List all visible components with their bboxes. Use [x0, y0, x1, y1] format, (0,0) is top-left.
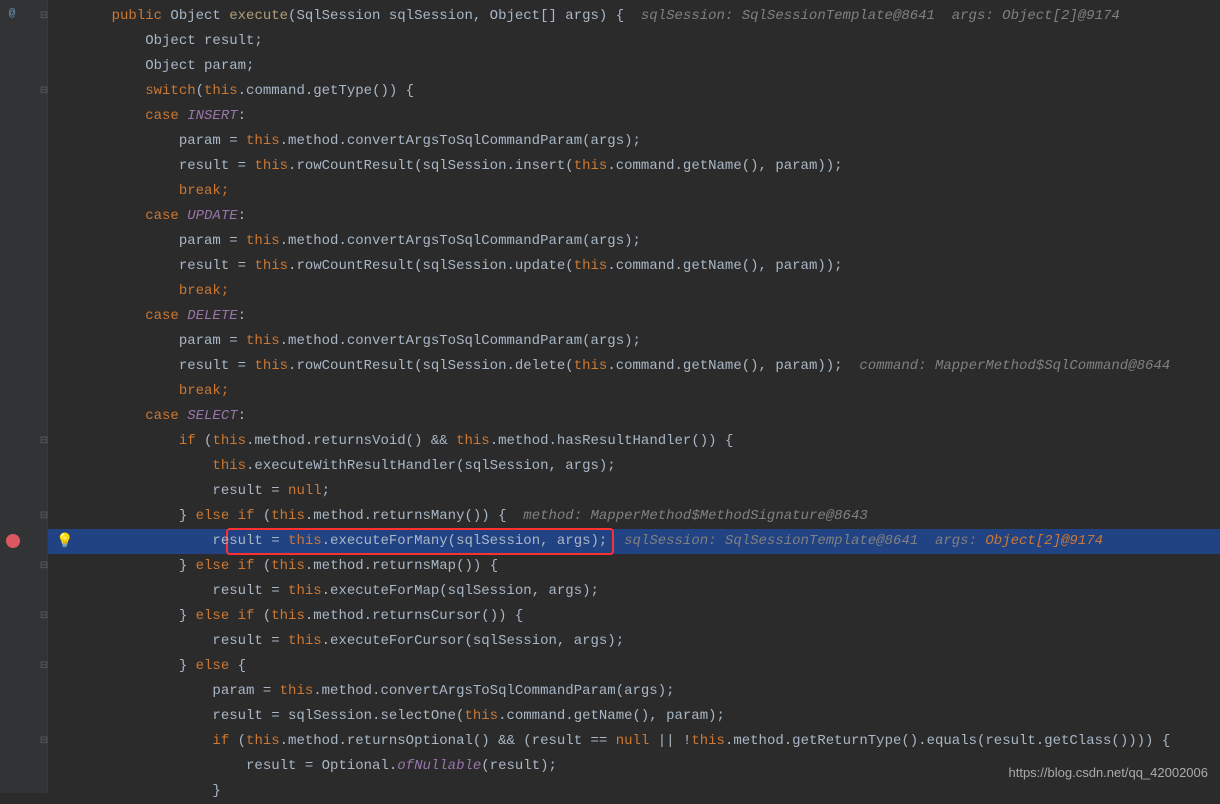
code-line: } else if (this.method.returnsMap()) {: [78, 554, 1220, 579]
code-line: if (this.method.returnsVoid() && this.me…: [78, 429, 1220, 454]
editor-gutter: @ ⊟ ⊟ ⊟ ⊟ ⊟ ⊟ ⊟ ⊟: [0, 0, 48, 793]
code-line: Object result;: [78, 29, 1220, 54]
code-line: switch(this.command.getType()) {: [78, 79, 1220, 104]
code-line: case INSERT:: [78, 104, 1220, 129]
code-line: } else {: [78, 654, 1220, 679]
code-line: case DELETE:: [78, 304, 1220, 329]
code-line: } else if (this.method.returnsCursor()) …: [78, 604, 1220, 629]
code-line: result = this.executeForMap(sqlSession, …: [78, 579, 1220, 604]
code-line: this.executeWithResultHandler(sqlSession…: [78, 454, 1220, 479]
code-line: result = null;: [78, 479, 1220, 504]
code-editor[interactable]: public Object execute(SqlSession sqlSess…: [48, 0, 1220, 804]
code-line: result = sqlSession.selectOne(this.comma…: [78, 704, 1220, 729]
code-line: param = this.method.convertArgsToSqlComm…: [78, 129, 1220, 154]
code-line: param = this.method.convertArgsToSqlComm…: [78, 679, 1220, 704]
watermark-text: https://blog.csdn.net/qq_42002006: [1009, 760, 1209, 785]
code-line: result = this.rowCountResult(sqlSession.…: [78, 354, 1220, 379]
code-line: public Object execute(SqlSession sqlSess…: [78, 4, 1220, 29]
code-line: result = this.rowCountResult(sqlSession.…: [78, 254, 1220, 279]
code-line: result = this.rowCountResult(sqlSession.…: [78, 154, 1220, 179]
code-line: break;: [78, 279, 1220, 304]
code-line: param = this.method.convertArgsToSqlComm…: [78, 229, 1220, 254]
override-icon[interactable]: @: [4, 6, 20, 22]
code-line: result = this.executeForCursor(sqlSessio…: [78, 629, 1220, 654]
code-line: break;: [78, 179, 1220, 204]
code-line: case UPDATE:: [78, 204, 1220, 229]
code-line: param = this.method.convertArgsToSqlComm…: [78, 329, 1220, 354]
code-line: break;: [78, 379, 1220, 404]
code-line: case SELECT:: [78, 404, 1220, 429]
code-line: result = this.executeForMany(sqlSession,…: [78, 529, 1220, 554]
code-line: Object param;: [78, 54, 1220, 79]
code-line: if (this.method.returnsOptional() && (re…: [78, 729, 1220, 754]
code-line: } else if (this.method.returnsMany()) { …: [78, 504, 1220, 529]
breakpoint-icon[interactable]: [6, 534, 20, 548]
